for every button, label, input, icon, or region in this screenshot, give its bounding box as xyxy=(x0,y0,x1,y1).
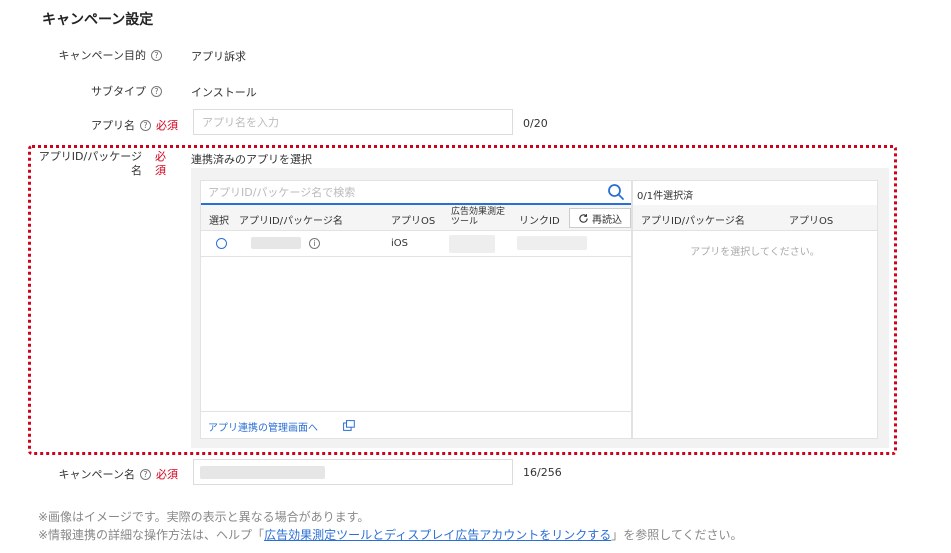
required-badge: 必須 xyxy=(156,468,178,481)
selected-table-header: アプリID/パッケージ名 アプリOS xyxy=(633,205,877,231)
app-name-counter: 0/20 xyxy=(523,117,548,130)
subtype-label-row: サブタイプ? xyxy=(30,83,162,99)
row-os: iOS xyxy=(391,238,408,249)
note-line-2: ※情報連携の詳細な操作方法は、ヘルプ「広告効果測定ツールとディスプレイ広告アカウ… xyxy=(38,526,743,543)
objective-label: キャンペーン目的 xyxy=(58,49,146,62)
empty-message: アプリを選択してください。 xyxy=(690,247,820,258)
app-id-sub-label: 連携済みのアプリを選択 xyxy=(191,153,312,166)
help-icon[interactable]: ? xyxy=(140,469,151,480)
objective-label-row: キャンペーン目的? xyxy=(30,47,162,63)
select-radio[interactable] xyxy=(216,238,227,249)
redacted-tool xyxy=(449,235,495,253)
redacted-campaign-name xyxy=(200,466,325,479)
campaign-name-input[interactable] xyxy=(193,459,513,485)
section-title: キャンペーン設定 xyxy=(42,12,154,28)
external-link-icon[interactable] xyxy=(343,420,355,431)
note-line-1: ※画像はイメージです。実際の表示と異なる場合があります。 xyxy=(38,510,370,524)
reload-label: 再読込 xyxy=(592,214,622,226)
note-prefix: ※情報連携の詳細な操作方法は、ヘルプ「 xyxy=(38,528,265,542)
campaign-name-label: キャンペーン名 xyxy=(58,468,135,481)
col-link-id: リンクID xyxy=(519,216,560,227)
help-article-link[interactable]: 広告効果測定ツールとディスプレイ広告アカウントをリンクする xyxy=(264,528,611,542)
table-footer: アプリ連携の管理画面へ xyxy=(201,411,631,439)
campaign-name-counter: 16/256 xyxy=(523,466,562,479)
redacted-link-id xyxy=(517,236,587,250)
app-list-table: 選択 アプリID/パッケージ名 アプリOS 広告効果測定ツール リンクID 再読… xyxy=(200,180,632,439)
col-app-id-selected: アプリID/パッケージ名 xyxy=(641,216,745,227)
selected-count: 0/1件選択済 xyxy=(637,191,694,202)
reload-button[interactable]: 再読込 xyxy=(569,208,631,228)
subtype-label: サブタイプ xyxy=(91,85,146,98)
app-id-label: アプリID/パッケージ名 xyxy=(38,150,142,177)
app-search-input[interactable] xyxy=(201,181,601,203)
app-name-label: アプリ名 xyxy=(91,119,135,132)
help-icon[interactable]: ? xyxy=(140,120,151,131)
reload-icon xyxy=(579,213,588,223)
search-bar xyxy=(201,181,631,205)
info-icon[interactable]: i xyxy=(309,238,320,249)
col-tool: 広告効果測定ツール xyxy=(451,207,506,227)
help-icon[interactable]: ? xyxy=(151,86,162,97)
help-icon[interactable]: ? xyxy=(151,50,162,61)
subtype-value: インストール xyxy=(191,86,257,99)
col-os-selected: アプリOS xyxy=(789,216,834,227)
required-badge: 必須 xyxy=(156,119,178,132)
app-name-label-row: アプリ名? 必須 xyxy=(30,117,178,133)
campaign-name-label-row: キャンペーン名? 必須 xyxy=(30,466,178,482)
col-select: 選択 xyxy=(209,216,229,227)
col-os: アプリOS xyxy=(391,216,436,227)
col-app-id: アプリID/パッケージ名 xyxy=(239,216,343,227)
note-suffix: 」を参照してください。 xyxy=(611,528,743,542)
objective-value: アプリ訴求 xyxy=(191,50,246,63)
app-name-input[interactable] xyxy=(193,109,513,135)
app-id-required-badge: 必須 xyxy=(155,150,166,177)
redacted-app-id xyxy=(251,237,301,249)
table-header: 選択 アプリID/パッケージ名 アプリOS 広告効果測定ツール リンクID 再読… xyxy=(201,205,631,231)
manage-link[interactable]: アプリ連携の管理画面へ xyxy=(208,419,318,434)
selected-app-table: 0/1件選択済 アプリID/パッケージ名 アプリOS アプリを選択してください。 xyxy=(632,180,878,439)
search-icon[interactable] xyxy=(607,183,625,201)
table-row[interactable]: i iOS xyxy=(201,231,631,257)
